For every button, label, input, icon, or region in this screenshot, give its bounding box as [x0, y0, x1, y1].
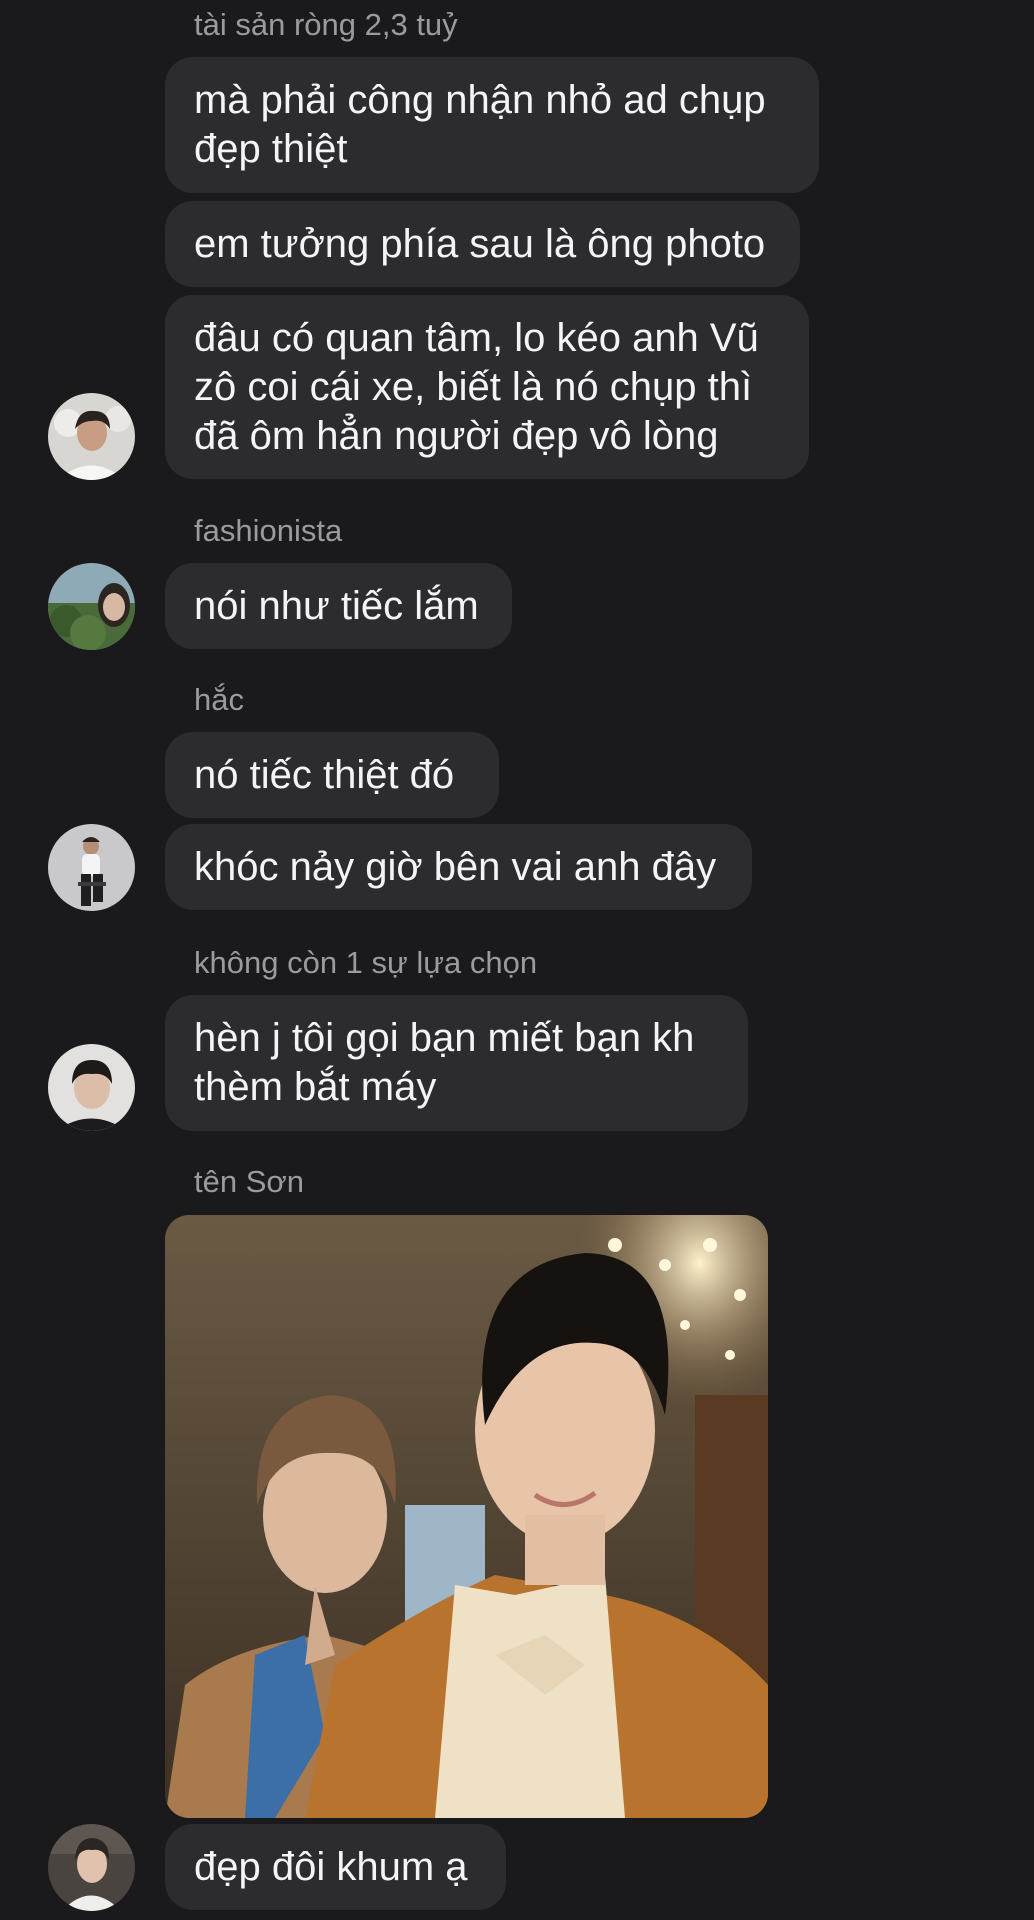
avatar[interactable]: [48, 393, 135, 480]
message-text: đâu có quan tâm, lo kéo anh Vũ: [194, 315, 759, 360]
message-bubble[interactable]: nói như tiếc lắm: [165, 563, 512, 649]
message-text: em tưởng phía sau là ông photo: [194, 221, 766, 266]
sender-name: fashionista: [194, 513, 343, 548]
message-bubble[interactable]: em tưởng phía sau là ông photo: [165, 201, 800, 287]
message-text: đẹp thiệt: [194, 127, 348, 171]
message-text: nó tiếc thiệt đó: [194, 752, 455, 797]
avatar[interactable]: [48, 824, 135, 911]
sender-name: tài sản ròng 2,3 tuỷ: [194, 7, 458, 42]
message-bubble[interactable]: đâu có quan tâm, lo kéo anh Vũ zô coi cá…: [165, 295, 809, 479]
message-text: thèm bắt máy: [194, 1065, 437, 1109]
message-text: mà phải công nhận nhỏ ad chụp: [194, 78, 766, 122]
sender-name: không còn 1 sự lựa chọn: [194, 945, 538, 980]
message-bubble[interactable]: nó tiếc thiệt đó: [165, 732, 499, 818]
message-text: đã ôm hẳn người đẹp vô lòng: [194, 413, 719, 458]
message-bubble[interactable]: khóc nảy giờ bên vai anh đây: [165, 824, 752, 910]
sender-name: hắc: [194, 682, 244, 717]
avatar[interactable]: [48, 1044, 135, 1131]
shared-photo[interactable]: [165, 1215, 768, 1818]
message-text: hèn j tôi gọi bạn miết bạn kh: [194, 1016, 695, 1060]
avatar[interactable]: [48, 1824, 135, 1911]
avatar[interactable]: [48, 563, 135, 650]
message-bubble[interactable]: đẹp đôi khum ạ: [165, 1824, 506, 1910]
message-text: đẹp đôi khum ạ: [194, 1844, 468, 1889]
message-text: zô coi cái xe, biết là nó chụp thì: [194, 364, 753, 409]
message-bubble[interactable]: mà phải công nhận nhỏ ad chụp đẹp thiệt: [165, 57, 819, 193]
message-text: khóc nảy giờ bên vai anh đây: [194, 844, 717, 889]
message-bubble[interactable]: hèn j tôi gọi bạn miết bạn kh thèm bắt m…: [165, 995, 748, 1131]
message-text: nói như tiếc lắm: [194, 583, 479, 628]
sender-name: tên Sơn: [194, 1164, 304, 1199]
